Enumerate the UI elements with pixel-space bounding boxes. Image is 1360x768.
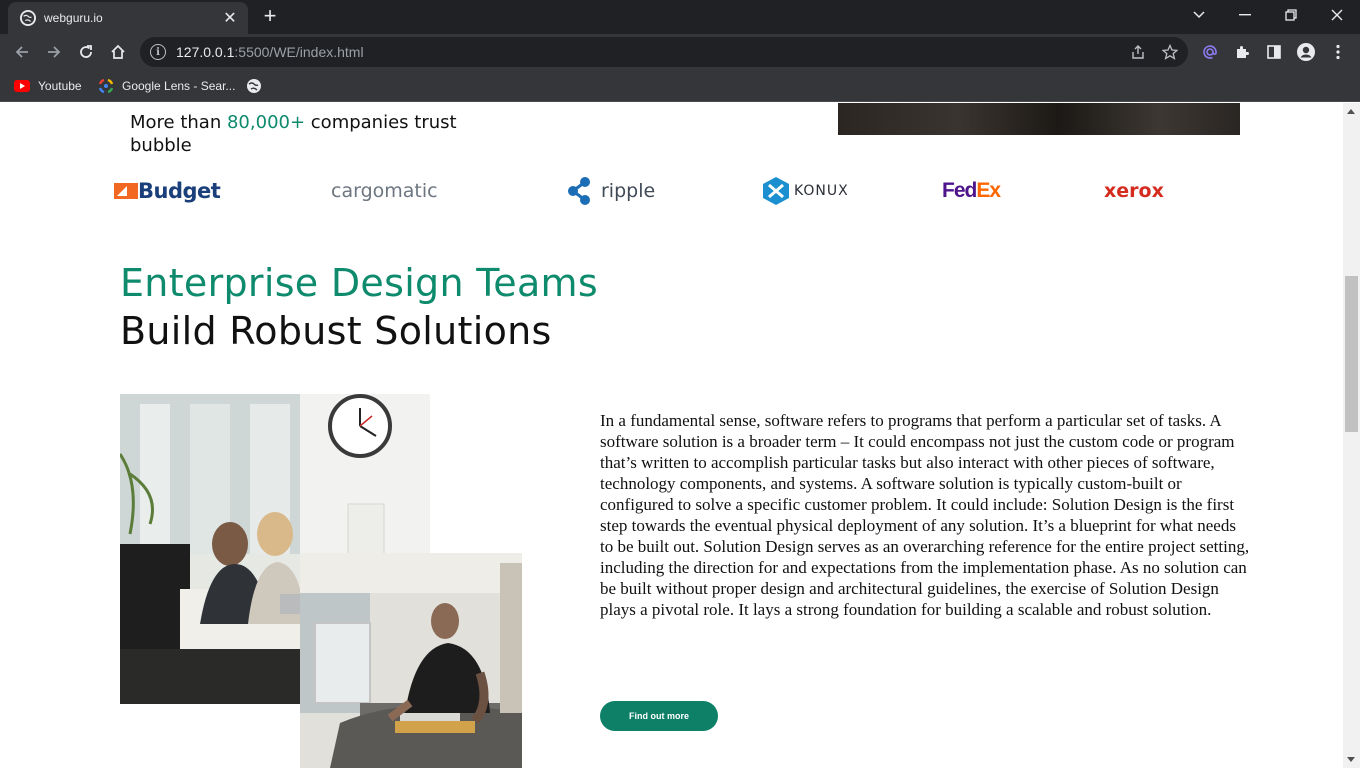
konux-wordmark: KONUX xyxy=(794,183,849,199)
globe-icon xyxy=(246,78,262,94)
restore-button[interactable] xyxy=(1268,0,1314,30)
budget-logo: Budget xyxy=(114,171,221,211)
ripple-mark-icon xyxy=(568,177,590,205)
tab-search-icon[interactable] xyxy=(1176,0,1222,30)
bookmark-globe[interactable] xyxy=(246,76,270,96)
side-panel-icon[interactable] xyxy=(1263,41,1285,63)
client-logos: Budget cargomatic ripple KONUX Fed Ex xer… xyxy=(0,171,1343,211)
fedex-ex: Ex xyxy=(976,179,1001,202)
page-viewport: More than 80,000+ companies trust bubble… xyxy=(0,103,1343,768)
site-info-icon[interactable]: i xyxy=(150,44,166,60)
reload-icon[interactable] xyxy=(74,40,98,64)
browser-toolbar: i 127.0.0.1:5500/WE/index.html xyxy=(0,34,1360,70)
bookmark-label: Youtube xyxy=(38,79,82,93)
extension-at-icon[interactable] xyxy=(1199,41,1221,63)
google-lens-icon xyxy=(98,78,114,94)
fedex-fed: Fed xyxy=(942,179,977,202)
close-window-button[interactable] xyxy=(1314,0,1360,30)
section-heading-accent: Enterprise Design Teams xyxy=(120,261,598,305)
address-bar[interactable]: i 127.0.0.1:5500/WE/index.html xyxy=(140,37,1188,67)
budget-wordmark: Budget xyxy=(138,179,221,203)
scroll-up-icon[interactable] xyxy=(1347,109,1355,114)
minimize-button[interactable] xyxy=(1222,0,1268,30)
globe-icon xyxy=(20,10,36,26)
bookmarks-bar: Youtube Google Lens - Sear... xyxy=(0,70,1360,102)
bookmark-label: Google Lens - Sear... xyxy=(122,79,236,93)
konux-logo: KONUX xyxy=(762,171,849,211)
cargomatic-wordmark: cargomatic xyxy=(331,180,438,202)
find-out-more-button[interactable]: Find out more xyxy=(600,701,718,731)
bookmark-youtube[interactable]: Youtube xyxy=(14,76,82,96)
profile-avatar-icon[interactable] xyxy=(1295,41,1317,63)
section-heading: Build Robust Solutions xyxy=(120,309,552,353)
trust-prefix: More than xyxy=(130,112,227,133)
konux-mark-icon xyxy=(763,177,789,205)
forward-icon[interactable] xyxy=(42,40,66,64)
scrollbar-thumb[interactable] xyxy=(1345,276,1358,432)
xerox-wordmark: xerox xyxy=(1104,180,1164,202)
back-icon[interactable] xyxy=(10,40,34,64)
browser-tab[interactable]: webguru.io ✕ xyxy=(8,2,248,34)
url-path: :5500/WE/index.html xyxy=(234,44,364,60)
share-icon[interactable] xyxy=(1127,41,1149,63)
bookmark-google-lens[interactable]: Google Lens - Sear... xyxy=(98,76,235,96)
home-icon[interactable] xyxy=(106,40,130,64)
ripple-logo: ripple xyxy=(565,171,655,211)
url-text: 127.0.0.1:5500/WE/index.html xyxy=(176,44,1188,60)
url-host: 127.0.0.1 xyxy=(176,44,235,60)
cargomatic-logo: cargomatic xyxy=(331,171,438,211)
trust-statement: More than 80,000+ companies trust bubble xyxy=(130,111,490,157)
page-scrollbar[interactable] xyxy=(1343,103,1360,768)
xerox-logo: xerox xyxy=(1104,171,1164,211)
scroll-down-icon[interactable] xyxy=(1347,757,1355,762)
developer-at-desk-photo xyxy=(300,553,522,768)
extensions-puzzle-icon[interactable] xyxy=(1231,41,1253,63)
new-tab-button[interactable]: + xyxy=(258,5,282,29)
tab-close-icon[interactable]: ✕ xyxy=(222,8,238,28)
ripple-wordmark: ripple xyxy=(601,180,656,202)
fedex-logo: Fed Ex xyxy=(942,171,1001,211)
bookmark-star-icon[interactable] xyxy=(1159,41,1181,63)
tab-strip: webguru.io ✕ + xyxy=(0,0,1360,34)
tab-title: webguru.io xyxy=(44,11,103,25)
menu-kebab-icon[interactable] xyxy=(1327,41,1349,63)
trust-count: 80,000+ xyxy=(226,112,306,133)
youtube-icon xyxy=(14,78,30,94)
section-body-text: In a fundamental sense, software refers … xyxy=(600,411,1250,619)
hero-image xyxy=(838,103,1240,135)
